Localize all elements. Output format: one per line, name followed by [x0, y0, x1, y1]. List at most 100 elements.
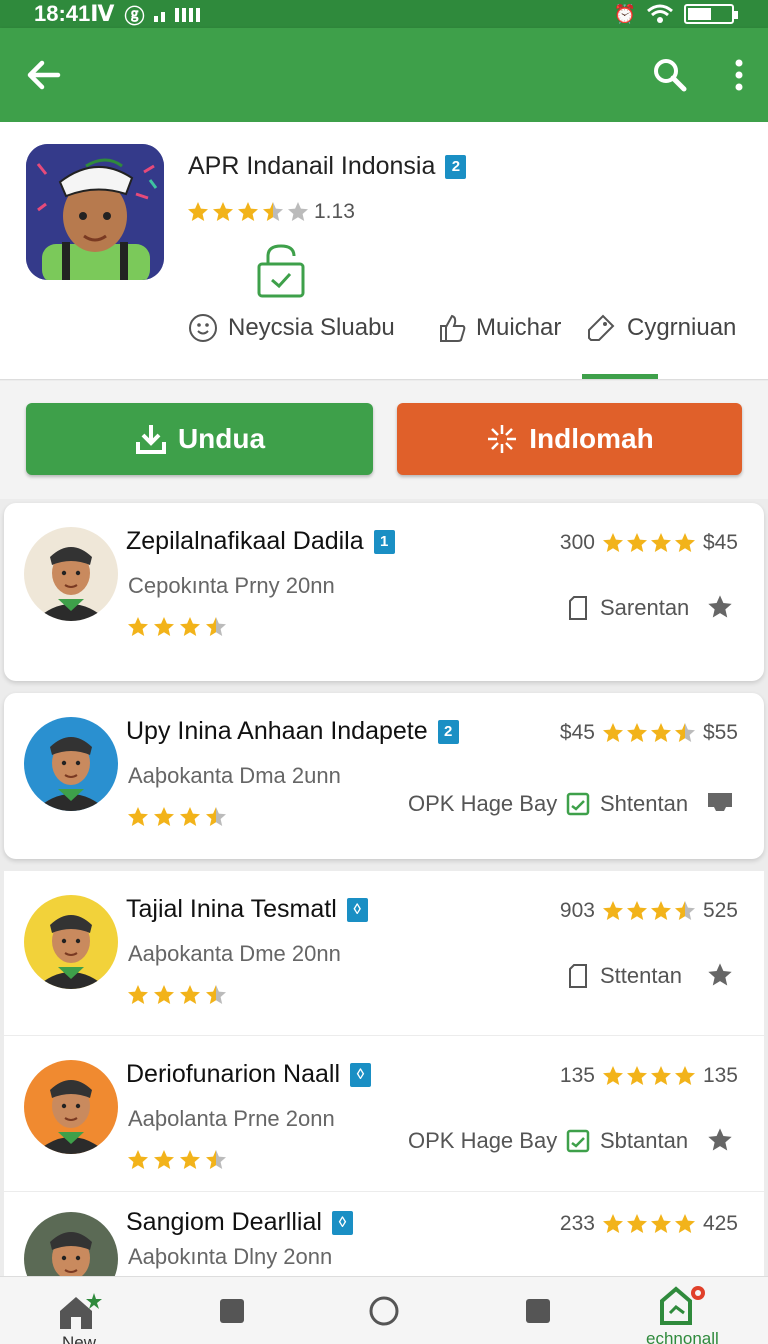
list-item[interactable]: Zepilalnafikaal Dadila 1 Cepokınta Prny 20…	[4, 503, 764, 681]
bottom-nav: New echnonall	[0, 1276, 768, 1344]
tab-muichar[interactable]: Muichar	[438, 308, 561, 348]
avatar	[24, 527, 118, 621]
item-meta-right: 135	[702, 1064, 738, 1087]
tab-neycsia[interactable]: Neycsia Sluabu	[188, 308, 395, 348]
list-item[interactable]: Tajial Inina Tesmatl ◊ Aaþokanta Dme 20nn 9…	[4, 871, 764, 1035]
item-action-label: Sarentan	[600, 595, 690, 620]
item-subtitle: Aaþokanta Dme 20nn	[128, 941, 341, 966]
nav-label: echnonall	[646, 1329, 719, 1344]
list-item[interactable]: Sangiom Dearllial ◊ Aaþokınta Dlny 2onn 233…	[4, 1192, 764, 1276]
item-badge: ◊	[346, 897, 368, 922]
nav-circle[interactable]	[368, 1295, 400, 1327]
home-icon	[60, 1293, 102, 1329]
item-meta: 233 425	[560, 1212, 738, 1236]
item-action-button[interactable]: Shtentan	[566, 791, 688, 817]
app-rating-text: 1.13	[314, 200, 355, 223]
tag-icon	[588, 314, 615, 341]
item-favorite[interactable]	[706, 1126, 734, 1159]
meta-star-icon	[673, 1212, 697, 1236]
item-star-icon	[204, 615, 228, 639]
indlomah-label: Indlomah	[529, 423, 654, 454]
item-stars	[126, 983, 228, 1007]
item-name: Sangiom Dearllial	[126, 1208, 322, 1236]
star-outline-icon[interactable]	[706, 1126, 734, 1154]
download-icon	[135, 425, 166, 454]
item-badge: 2	[437, 719, 459, 744]
list-item[interactable]: Upy Inina Anhaan Indapete 2 Aaþokanta Dma …	[4, 693, 764, 859]
meta-star-icon	[601, 1212, 625, 1236]
sync-icon: ⓖ	[124, 5, 145, 28]
meta-star-icon	[673, 721, 697, 745]
meta-star-icon	[649, 899, 673, 923]
item-name-row: Zepilalnafikaal Dadila 1	[126, 527, 395, 556]
nav-echnonall[interactable]: echnonall	[646, 1283, 719, 1344]
item-action-label: Sbtantan	[600, 1128, 689, 1153]
more-vert-icon[interactable]	[734, 58, 744, 92]
store-icon	[660, 1286, 706, 1325]
app-rating-star-icon	[286, 200, 310, 224]
star-outline-icon[interactable]	[706, 961, 734, 989]
item-action-button[interactable]: Sttentan	[566, 963, 682, 989]
app-title: APR Indanail Indonsia	[188, 152, 436, 180]
item-star-icon	[178, 983, 202, 1007]
star-outline-icon[interactable]	[706, 593, 734, 621]
meta-star-icon	[601, 721, 625, 745]
search-icon[interactable]	[652, 57, 688, 93]
item-star-icon	[204, 1148, 228, 1172]
wifi-icon	[647, 4, 673, 23]
action-bar: Unduа Indlomah	[0, 381, 768, 499]
square-icon	[220, 1299, 244, 1323]
item-meta-left: $45	[559, 721, 595, 744]
item-star-icon	[178, 615, 202, 639]
app-header: APR Indanail Indonsia 2 1.13 Neycsia Slu…	[0, 122, 768, 380]
nav-square-2[interactable]	[524, 1297, 552, 1325]
nav-label: New	[61, 1333, 96, 1344]
meta-star-icon	[601, 1064, 625, 1088]
item-meta: $45 $55	[560, 721, 738, 745]
item-meta-right: $45	[702, 531, 738, 554]
item-favorite[interactable]	[706, 789, 734, 820]
indlomah-button[interactable]: Indlomah	[397, 403, 742, 475]
download-button[interactable]: Unduа	[26, 403, 373, 475]
alarm-icon: ⏰	[613, 3, 636, 24]
item-name: Zepilalnafikaal Dadila	[126, 527, 364, 555]
tab-label: Cygrniuan	[627, 314, 737, 341]
tab-indicator	[582, 374, 658, 379]
item-favorite[interactable]	[706, 961, 734, 994]
meta-star-icon	[673, 899, 697, 923]
item-star-icon	[152, 983, 176, 1007]
app-rating-stars	[186, 200, 310, 224]
meta-star-icon	[625, 721, 649, 745]
app-rating-star-icon	[236, 200, 260, 224]
item-badge: 1	[373, 529, 395, 554]
tab-cygrniuan[interactable]: Cygrniuan	[585, 308, 736, 348]
arrow-left-icon[interactable]	[24, 55, 64, 95]
meta-star-icon	[673, 531, 697, 555]
meta-star-icon	[601, 531, 625, 555]
nav-square-1[interactable]	[218, 1297, 246, 1325]
item-star-icon	[126, 805, 150, 829]
item-action-button[interactable]: Sarentan	[566, 595, 689, 621]
app-badge: 2	[445, 154, 467, 179]
item-meta-left: 903	[559, 899, 595, 922]
item-meta: 135 135	[560, 1064, 738, 1088]
bookmark-icon	[569, 964, 587, 988]
nav-new[interactable]: New	[54, 1291, 104, 1344]
avatar	[24, 1060, 118, 1154]
download-label: Unduа	[177, 423, 266, 454]
item-meta-right: $55	[702, 721, 738, 744]
item-star-icon	[152, 615, 176, 639]
lock-check-icon[interactable]	[256, 242, 306, 298]
item-name-row: Sangiom Dearllial ◊	[126, 1208, 353, 1237]
inbox-icon[interactable]	[706, 789, 734, 815]
item-meta: 903 525	[560, 899, 738, 923]
item-list: Zepilalnafikaal Dadila 1 Cepokınta Prny 20…	[0, 499, 768, 1276]
tab-label: Neycsia Sluabu	[228, 314, 395, 341]
meta-star-icon	[673, 1064, 697, 1088]
item-extra: OPK Hage Bay	[408, 1128, 558, 1153]
item-favorite[interactable]	[706, 593, 734, 626]
list-item[interactable]: Deriofunarion Naall ◊ Aaþolanta Prne 2onn 1…	[4, 1036, 764, 1191]
item-action-button[interactable]: Sbtantan	[566, 1128, 688, 1154]
meta-star-icon	[625, 1064, 649, 1088]
item-name: Upy Inina Anhaan Indapete	[126, 717, 428, 745]
